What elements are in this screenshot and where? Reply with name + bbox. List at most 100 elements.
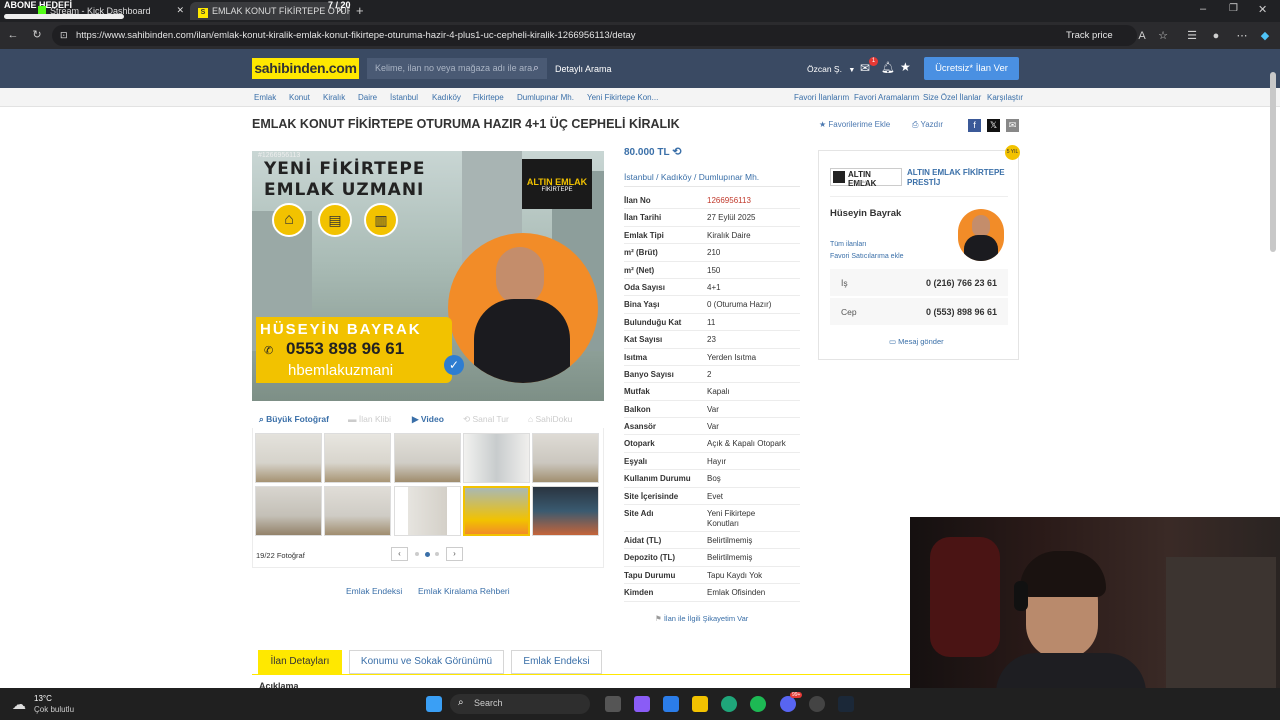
- more-menu-icon[interactable]: ⋯: [1235, 29, 1249, 43]
- edge-icon[interactable]: [721, 696, 737, 712]
- copilot-icon[interactable]: ◆: [1258, 29, 1272, 43]
- maximize-button[interactable]: ❐: [1229, 3, 1238, 14]
- sahibinden-logo[interactable]: sahibinden.com: [252, 58, 359, 79]
- store-name-link[interactable]: ALTIN EMLAK FİKİRTEPE PRESTİJ: [907, 168, 1013, 188]
- track-price-button[interactable]: Track price: [1066, 30, 1113, 41]
- breadcrumb-item[interactable]: Yeni Fikirtepe Kon...: [587, 93, 658, 102]
- description-heading: Açıklama: [259, 681, 299, 688]
- discord-badge: 99+: [790, 692, 803, 698]
- image-headline-1: YENİ FİKİRTEPE: [264, 159, 426, 179]
- video-button[interactable]: ▶ Video: [412, 414, 444, 425]
- photo-tools: ⌕ Büyük Fotoğraf ▬ İlan Klibi ▶ Video ⟲ …: [252, 412, 604, 427]
- copilot-icon[interactable]: [634, 696, 650, 712]
- add-fav-seller-link[interactable]: Favori Satıcılarıma ekle: [830, 253, 904, 260]
- post-ad-button[interactable]: Ücretsiz* İlan Ver: [924, 57, 1019, 80]
- breadcrumb-item[interactable]: Kadıköy: [432, 93, 461, 102]
- compare-link[interactable]: Karşılaştır: [987, 93, 1023, 102]
- breadcrumb-item[interactable]: Kiralık: [323, 93, 345, 102]
- big-photo-button[interactable]: ⌕ Büyük Fotoğraf: [259, 414, 329, 425]
- weather-icon[interactable]: ☁: [12, 696, 26, 713]
- breadcrumb-item[interactable]: Emlak: [254, 93, 276, 102]
- detail-row: Site İçerisinde Evet: [624, 488, 800, 506]
- tab-kick-dashboard[interactable]: Stream - Kick Dashboard ✕: [30, 2, 190, 20]
- bell-icon[interactable]: 🔔︎: [881, 61, 895, 74]
- url-field[interactable]: ⊡ https://www.sahibinden.com/ilan/emlak-…: [52, 25, 1137, 46]
- listing-location: İstanbul / Kadıköy / Dumlupınar Mh.: [624, 172, 760, 182]
- discord-icon[interactable]: [780, 696, 796, 712]
- user-menu[interactable]: Özcan Ş. ▼: [807, 64, 855, 74]
- facebook-share-icon[interactable]: f: [968, 119, 981, 132]
- breadcrumb-item[interactable]: Dumlupınar Mh.: [517, 93, 574, 102]
- location-district[interactable]: Kadıköy: [661, 172, 692, 182]
- favorite-searches-link[interactable]: Favori Aramalarım: [854, 93, 919, 102]
- price-history-icon[interactable]: ⟲: [672, 146, 681, 158]
- email-share-icon[interactable]: ✉: [1006, 119, 1019, 132]
- back-icon[interactable]: ←: [6, 28, 20, 42]
- task-view-icon[interactable]: [605, 696, 621, 712]
- collections-icon[interactable]: ☰: [1185, 29, 1199, 43]
- spotify-icon[interactable]: [750, 696, 766, 712]
- close-icon[interactable]: ✕: [176, 5, 184, 16]
- chevron-down-icon: ▼: [848, 67, 856, 74]
- print-link[interactable]: ⎙ Yazdır: [912, 120, 943, 130]
- detail-row: Isıtma Yerden Isıtma: [624, 349, 800, 366]
- mobile-phone-number[interactable]: 0 (553) 898 96 61: [926, 307, 997, 317]
- emlak-endeksi-link[interactable]: Emlak Endeksi: [346, 586, 402, 596]
- phone-icon: ✆: [264, 345, 274, 357]
- all-listings-link[interactable]: Tüm ilanları: [830, 241, 867, 248]
- file-explorer-icon[interactable]: [692, 696, 708, 712]
- headphones: [1014, 581, 1028, 611]
- steam-icon[interactable]: [838, 696, 854, 712]
- detail-row: Eşyalı Hayır: [624, 453, 800, 471]
- add-favorite-link[interactable]: ★ Favorilerime Ekle: [819, 120, 890, 129]
- weather-desc[interactable]: Çok bulutlu: [34, 705, 74, 714]
- site-header: sahibinden.com Kelime, ilan no veya mağa…: [0, 49, 1280, 88]
- phone-row-mobile: Cep 0 (553) 898 96 61: [830, 298, 1008, 325]
- breadcrumb-item[interactable]: Daire: [358, 93, 377, 102]
- site-info-icon[interactable]: ⊡: [60, 25, 68, 46]
- listing-title: EMLAK KONUT FİKİRTEPE OTURUMA HAZIR 4+1 …: [252, 117, 680, 131]
- close-window-button[interactable]: ✕: [1258, 3, 1267, 16]
- land-icon: ▤: [318, 203, 352, 237]
- profile-icon[interactable]: ●: [1209, 29, 1223, 43]
- location-city[interactable]: İstanbul: [624, 172, 654, 182]
- search-icon[interactable]: ⌕: [533, 58, 539, 79]
- x-share-icon[interactable]: 𝕏: [987, 119, 1000, 132]
- detail-row: m² (Brüt) 210: [624, 244, 800, 262]
- work-phone-number[interactable]: 0 (216) 766 23 61: [926, 278, 997, 288]
- breadcrumb-item[interactable]: Fikirtepe: [473, 93, 504, 102]
- tab-location-street-view[interactable]: Konumu ve Sokak Görünümü: [349, 650, 504, 674]
- minimize-button[interactable]: –: [1200, 3, 1206, 15]
- complaint-link[interactable]: ⚑ İlan ile İlgili Şikayetim Var: [655, 614, 748, 623]
- detail-row: Kat Sayısı 23: [624, 331, 800, 349]
- detail-row: Aidat (TL) Belirtilmemiş: [624, 532, 800, 550]
- location-neighborhood[interactable]: Dumlupınar Mh.: [699, 172, 759, 182]
- start-icon[interactable]: [426, 696, 442, 712]
- brand-logo-image: ALTIN EMLAK FİKİRTEPE: [522, 159, 592, 209]
- rental-guide-link[interactable]: Emlak Kiralama Rehberi: [418, 586, 510, 596]
- agent-photo-circle: [448, 233, 598, 383]
- favorite-listings-link[interactable]: Favori İlanlarım: [794, 93, 849, 102]
- tab-emlak-endeksi[interactable]: Emlak Endeksi: [511, 650, 602, 674]
- search-input[interactable]: Kelime, ilan no veya mağaza adı ile ara …: [367, 58, 547, 79]
- store-logo[interactable]: ALTIN EMLAK GLOBAL: [830, 168, 902, 188]
- scrollbar-thumb[interactable]: [1270, 72, 1276, 252]
- star-icon[interactable]: ★: [900, 60, 911, 74]
- read-aloud-icon[interactable]: A: [1135, 29, 1149, 43]
- weather-temp[interactable]: 13°C: [34, 694, 52, 703]
- main-listing-photo[interactable]: #1266956113 YENİ FİKİRTEPE EMLAK UZMANI …: [252, 151, 604, 401]
- send-message-link[interactable]: ▭ Mesaj gönder: [889, 337, 944, 346]
- tab-emlak-listing[interactable]: S EMLAK KONUT FİKİRTEPE OTURU ✕: [190, 2, 350, 20]
- breadcrumb-item[interactable]: Konut: [289, 93, 310, 102]
- detailed-search-link[interactable]: Detaylı Arama: [555, 64, 612, 74]
- favorite-star-icon[interactable]: ☆: [1156, 29, 1170, 43]
- reload-icon[interactable]: ↻: [30, 28, 44, 42]
- detail-row: Banyo Sayısı 2: [624, 366, 800, 384]
- taskbar-search[interactable]: ⌕ Search: [450, 694, 590, 714]
- app-icon[interactable]: [809, 696, 825, 712]
- store-icon[interactable]: [663, 696, 679, 712]
- new-tab-button[interactable]: +: [356, 3, 364, 18]
- breadcrumb-item[interactable]: İstanbul: [390, 93, 418, 102]
- special-listings-link[interactable]: Size Özel İlanlar: [923, 93, 981, 102]
- tab-listing-details[interactable]: İlan Detayları: [258, 650, 342, 674]
